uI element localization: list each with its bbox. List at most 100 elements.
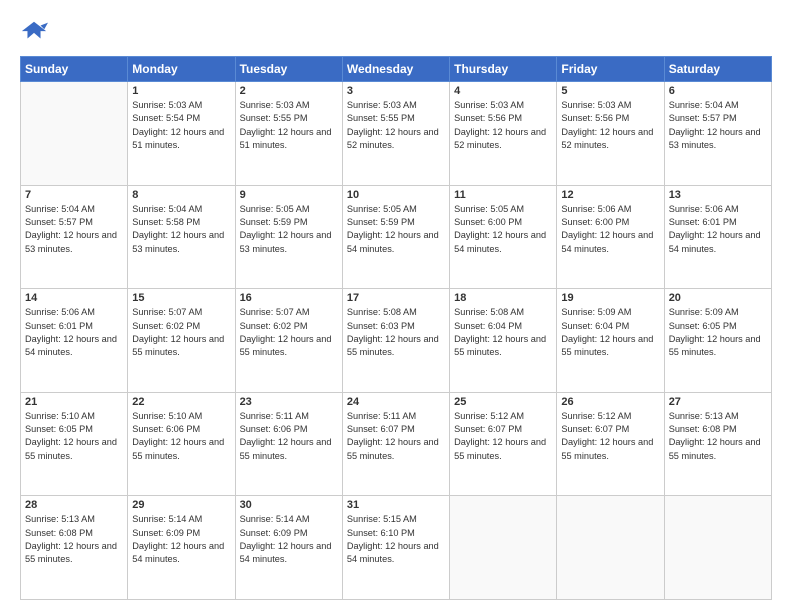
calendar-cell bbox=[21, 82, 128, 186]
day-number: 18 bbox=[454, 292, 552, 304]
calendar-cell: 21Sunrise: 5:10 AMSunset: 6:05 PMDayligh… bbox=[21, 392, 128, 496]
calendar-cell: 27 Sunrise: 5:13 AMSunset: 6:08 PMDayligh… bbox=[664, 392, 771, 496]
day-number: 13 bbox=[669, 189, 767, 201]
calendar-week-row: 28Sunrise: 5:13 AMSunset: 6:08 PMDayligh… bbox=[21, 496, 772, 600]
calendar-cell: 15 Sunrise: 5:07 AMSunset: 6:02 PMDayligh… bbox=[128, 289, 235, 393]
day-info: Sunrise: 5:11 AMSunset: 6:07 PMDaylight:… bbox=[347, 410, 445, 463]
day-info: Sunrise: 5:05 AMSunset: 5:59 PMDaylight:… bbox=[240, 203, 338, 256]
logo bbox=[20, 18, 52, 46]
day-number: 12 bbox=[561, 189, 659, 201]
calendar-cell: 17Sunrise: 5:08 AMSunset: 6:03 PMDayligh… bbox=[342, 289, 449, 393]
calendar-cell: 13 Sunrise: 5:06 AMSunset: 6:01 PMDayligh… bbox=[664, 185, 771, 289]
day-number: 9 bbox=[240, 189, 338, 201]
day-number: 2 bbox=[240, 85, 338, 97]
day-info: Sunrise: 5:13 AMSunset: 6:08 PMDaylight:… bbox=[25, 513, 123, 566]
page: SundayMondayTuesdayWednesdayThursdayFrid… bbox=[0, 0, 792, 612]
weekday-header: Thursday bbox=[450, 57, 557, 82]
calendar-cell bbox=[557, 496, 664, 600]
calendar-cell: 7 Sunrise: 5:04 AMSunset: 5:57 PMDaylight… bbox=[21, 185, 128, 289]
day-number: 31 bbox=[347, 499, 445, 511]
calendar-cell: 23 Sunrise: 5:11 AMSunset: 6:06 PMDayligh… bbox=[235, 392, 342, 496]
calendar-cell: 9 Sunrise: 5:05 AMSunset: 5:59 PMDaylight… bbox=[235, 185, 342, 289]
day-number: 10 bbox=[347, 189, 445, 201]
day-info: Sunrise: 5:10 AMSunset: 6:06 PMDaylight:… bbox=[132, 410, 230, 463]
day-info: Sunrise: 5:14 AMSunset: 6:09 PMDaylight:… bbox=[240, 513, 338, 566]
day-number: 16 bbox=[240, 292, 338, 304]
calendar-cell: 1 Sunrise: 5:03 AMSunset: 5:54 PMDaylight… bbox=[128, 82, 235, 186]
calendar-cell: 18Sunrise: 5:08 AMSunset: 6:04 PMDayligh… bbox=[450, 289, 557, 393]
day-info: Sunrise: 5:05 AMSunset: 6:00 PMDaylight:… bbox=[454, 203, 552, 256]
calendar-cell: 8 Sunrise: 5:04 AMSunset: 5:58 PMDaylight… bbox=[128, 185, 235, 289]
day-info: Sunrise: 5:03 AMSunset: 5:56 PMDaylight:… bbox=[561, 99, 659, 152]
calendar-week-row: 14Sunrise: 5:06 AMSunset: 6:01 PMDayligh… bbox=[21, 289, 772, 393]
calendar-table: SundayMondayTuesdayWednesdayThursdayFrid… bbox=[20, 56, 772, 600]
day-number: 26 bbox=[561, 396, 659, 408]
day-number: 30 bbox=[240, 499, 338, 511]
day-info: Sunrise: 5:05 AMSunset: 5:59 PMDaylight:… bbox=[347, 203, 445, 256]
day-number: 15 bbox=[132, 292, 230, 304]
day-number: 8 bbox=[132, 189, 230, 201]
day-info: Sunrise: 5:03 AMSunset: 5:55 PMDaylight:… bbox=[347, 99, 445, 152]
calendar-cell: 31Sunrise: 5:15 AMSunset: 6:10 PMDayligh… bbox=[342, 496, 449, 600]
calendar-cell: 25 Sunrise: 5:12 AMSunset: 6:07 PMDayligh… bbox=[450, 392, 557, 496]
weekday-header: Sunday bbox=[21, 57, 128, 82]
day-info: Sunrise: 5:13 AMSunset: 6:08 PMDaylight:… bbox=[669, 410, 767, 463]
calendar-cell: 2 Sunrise: 5:03 AMSunset: 5:55 PMDaylight… bbox=[235, 82, 342, 186]
day-number: 21 bbox=[25, 396, 123, 408]
day-number: 4 bbox=[454, 85, 552, 97]
calendar-cell: 4 Sunrise: 5:03 AMSunset: 5:56 PMDaylight… bbox=[450, 82, 557, 186]
day-number: 7 bbox=[25, 189, 123, 201]
calendar-cell: 16 Sunrise: 5:07 AMSunset: 6:02 PMDayligh… bbox=[235, 289, 342, 393]
day-number: 5 bbox=[561, 85, 659, 97]
day-number: 19 bbox=[561, 292, 659, 304]
day-number: 29 bbox=[132, 499, 230, 511]
calendar-cell: 19 Sunrise: 5:09 AMSunset: 6:04 PMDayligh… bbox=[557, 289, 664, 393]
day-info: Sunrise: 5:04 AMSunset: 5:58 PMDaylight:… bbox=[132, 203, 230, 256]
calendar-cell: 20Sunrise: 5:09 AMSunset: 6:05 PMDayligh… bbox=[664, 289, 771, 393]
day-info: Sunrise: 5:06 AMSunset: 6:00 PMDaylight:… bbox=[561, 203, 659, 256]
weekday-header: Saturday bbox=[664, 57, 771, 82]
calendar-cell: 30 Sunrise: 5:14 AMSunset: 6:09 PMDayligh… bbox=[235, 496, 342, 600]
calendar-week-row: 7 Sunrise: 5:04 AMSunset: 5:57 PMDaylight… bbox=[21, 185, 772, 289]
day-number: 25 bbox=[454, 396, 552, 408]
day-info: Sunrise: 5:03 AMSunset: 5:55 PMDaylight:… bbox=[240, 99, 338, 152]
weekday-header: Wednesday bbox=[342, 57, 449, 82]
day-info: Sunrise: 5:04 AMSunset: 5:57 PMDaylight:… bbox=[25, 203, 123, 256]
logo-icon bbox=[20, 18, 48, 46]
day-info: Sunrise: 5:09 AMSunset: 6:05 PMDaylight:… bbox=[669, 306, 767, 359]
calendar-cell: 28Sunrise: 5:13 AMSunset: 6:08 PMDayligh… bbox=[21, 496, 128, 600]
day-info: Sunrise: 5:06 AMSunset: 6:01 PMDaylight:… bbox=[669, 203, 767, 256]
calendar-cell: 14Sunrise: 5:06 AMSunset: 6:01 PMDayligh… bbox=[21, 289, 128, 393]
calendar-cell: 22 Sunrise: 5:10 AMSunset: 6:06 PMDayligh… bbox=[128, 392, 235, 496]
calendar-cell: 6 Sunrise: 5:04 AMSunset: 5:57 PMDaylight… bbox=[664, 82, 771, 186]
calendar-cell bbox=[450, 496, 557, 600]
day-info: Sunrise: 5:06 AMSunset: 6:01 PMDaylight:… bbox=[25, 306, 123, 359]
calendar-cell bbox=[664, 496, 771, 600]
day-number: 11 bbox=[454, 189, 552, 201]
day-info: Sunrise: 5:07 AMSunset: 6:02 PMDaylight:… bbox=[240, 306, 338, 359]
weekday-header: Friday bbox=[557, 57, 664, 82]
day-number: 6 bbox=[669, 85, 767, 97]
day-number: 24 bbox=[347, 396, 445, 408]
day-info: Sunrise: 5:11 AMSunset: 6:06 PMDaylight:… bbox=[240, 410, 338, 463]
day-number: 22 bbox=[132, 396, 230, 408]
day-number: 27 bbox=[669, 396, 767, 408]
calendar-cell: 26 Sunrise: 5:12 AMSunset: 6:07 PMDayligh… bbox=[557, 392, 664, 496]
day-info: Sunrise: 5:04 AMSunset: 5:57 PMDaylight:… bbox=[669, 99, 767, 152]
day-info: Sunrise: 5:12 AMSunset: 6:07 PMDaylight:… bbox=[561, 410, 659, 463]
day-info: Sunrise: 5:12 AMSunset: 6:07 PMDaylight:… bbox=[454, 410, 552, 463]
calendar-week-row: 1 Sunrise: 5:03 AMSunset: 5:54 PMDaylight… bbox=[21, 82, 772, 186]
day-info: Sunrise: 5:03 AMSunset: 5:54 PMDaylight:… bbox=[132, 99, 230, 152]
header bbox=[20, 18, 772, 46]
day-info: Sunrise: 5:03 AMSunset: 5:56 PMDaylight:… bbox=[454, 99, 552, 152]
day-info: Sunrise: 5:07 AMSunset: 6:02 PMDaylight:… bbox=[132, 306, 230, 359]
weekday-header: Tuesday bbox=[235, 57, 342, 82]
day-number: 1 bbox=[132, 85, 230, 97]
day-info: Sunrise: 5:09 AMSunset: 6:04 PMDaylight:… bbox=[561, 306, 659, 359]
weekday-header: Monday bbox=[128, 57, 235, 82]
calendar-cell: 24 Sunrise: 5:11 AMSunset: 6:07 PMDayligh… bbox=[342, 392, 449, 496]
day-number: 3 bbox=[347, 85, 445, 97]
calendar-cell: 12 Sunrise: 5:06 AMSunset: 6:00 PMDayligh… bbox=[557, 185, 664, 289]
calendar-cell: 29Sunrise: 5:14 AMSunset: 6:09 PMDayligh… bbox=[128, 496, 235, 600]
day-number: 23 bbox=[240, 396, 338, 408]
